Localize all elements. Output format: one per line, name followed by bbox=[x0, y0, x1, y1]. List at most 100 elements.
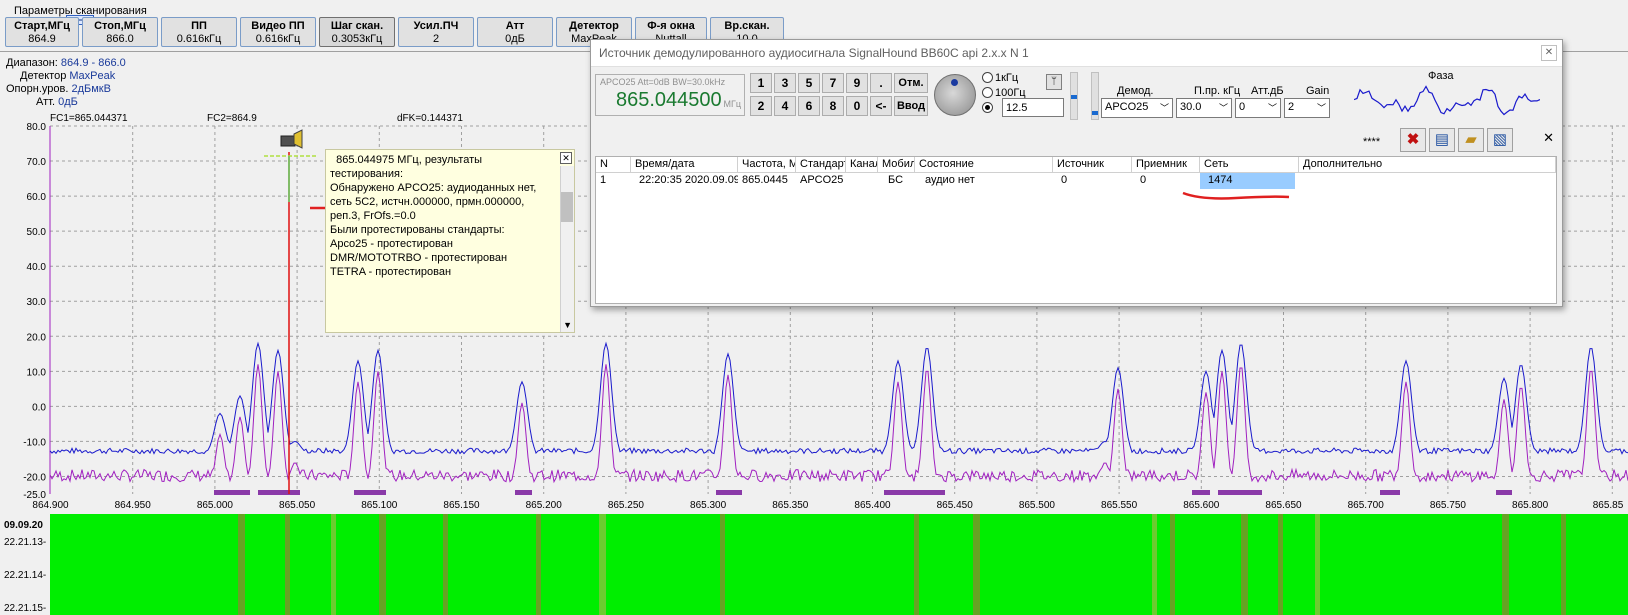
key-0-button[interactable]: 0 bbox=[846, 96, 868, 116]
y-tick-label: 10.0 bbox=[27, 367, 47, 378]
ifbw-select[interactable]: 30.0 ﹀ bbox=[1176, 98, 1232, 118]
table-cell[interactable]: 1 bbox=[596, 173, 631, 189]
step-1khz-radio[interactable]: 1кГц bbox=[982, 72, 1018, 84]
waterfall-stripe bbox=[238, 514, 245, 615]
channel-bar bbox=[1496, 490, 1512, 495]
ref-level-info: Опорн.уров. 2дБмкВ bbox=[6, 83, 111, 95]
tooltip-line: сеть 5C2, истчн.000000, прмн.000000, bbox=[330, 196, 525, 208]
x-tick-label: 865.650 bbox=[1265, 500, 1302, 511]
phase-plot bbox=[1354, 85, 1540, 116]
y-tick-label: -20.0 bbox=[23, 472, 46, 483]
col-datetime-header[interactable]: Время/дата bbox=[631, 157, 738, 173]
start-freq-button[interactable]: Старт,МГц 864.9 bbox=[5, 17, 79, 47]
tuning-knob[interactable] bbox=[934, 74, 976, 116]
key-7-button[interactable]: 7 bbox=[822, 73, 844, 93]
y-tick-label: 70.0 bbox=[27, 157, 47, 168]
table-cell[interactable]: 22:20:35 2020.09.09 bbox=[631, 173, 738, 189]
if-gain-button[interactable]: Усил.ПЧ 2 bbox=[398, 17, 474, 47]
key-3-button[interactable]: 3 bbox=[774, 73, 796, 93]
att-select[interactable]: 0 ﹀ bbox=[1235, 98, 1281, 118]
scan-time-label: Вр.скан. bbox=[724, 20, 770, 32]
key-6-button[interactable]: 6 bbox=[798, 96, 820, 116]
window-func-label: Ф-я окна bbox=[647, 20, 695, 32]
channel-bar bbox=[1218, 490, 1262, 495]
radio-circle bbox=[982, 87, 993, 98]
bandwidth-button[interactable]: ПП 0.616кГц bbox=[161, 17, 237, 47]
col-network-header[interactable]: Сеть bbox=[1200, 157, 1299, 173]
video-bw-label: Видео ПП bbox=[251, 20, 305, 32]
att-select-value: 0 bbox=[1239, 101, 1246, 113]
scroll-down-icon[interactable]: ▼ bbox=[563, 320, 572, 330]
x-tick-label: 865.100 bbox=[361, 500, 398, 511]
chevron-down-icon: ﹀ bbox=[1218, 103, 1228, 113]
step-custom-radio[interactable] bbox=[982, 102, 995, 114]
radio-circle bbox=[982, 72, 993, 83]
demod-label: Демод. bbox=[1117, 85, 1154, 97]
table-cell-selected[interactable]: 1474 bbox=[1200, 173, 1295, 189]
volume-slider[interactable] bbox=[1070, 72, 1078, 120]
key-9-button[interactable]: 9 bbox=[846, 73, 868, 93]
col-freq-header[interactable]: Частота, М bbox=[738, 157, 796, 173]
stop-freq-button[interactable]: Стоп,МГц 866.0 bbox=[82, 17, 158, 47]
open-folder-icon[interactable]: ▰ bbox=[1458, 128, 1484, 152]
backspace-button[interactable]: <- bbox=[870, 96, 892, 116]
tooltip-line: Обнаружено APCO25: аудиоданных нет, bbox=[330, 182, 537, 194]
start-freq-label: Старт,МГц bbox=[14, 20, 70, 32]
att-info: Атт. 0дБ bbox=[36, 96, 78, 108]
table-cell[interactable]: 0 bbox=[1132, 173, 1200, 189]
col-state-header[interactable]: Состояние bbox=[915, 157, 1053, 173]
table-cell[interactable]: 0 bbox=[1053, 173, 1132, 189]
key-1-button[interactable]: 1 bbox=[750, 73, 772, 93]
detections-table[interactable]: N Время/дата Частота, М Стандарт Канал М… bbox=[595, 156, 1557, 304]
key-8-button[interactable]: 8 bbox=[822, 96, 844, 116]
table-cell[interactable] bbox=[846, 173, 878, 189]
col-n-header[interactable]: N bbox=[596, 157, 631, 173]
delete-icon[interactable]: ✖ bbox=[1400, 128, 1426, 152]
col-standard-header[interactable]: Стандарт bbox=[796, 157, 846, 173]
y-tick-label: 20.0 bbox=[27, 332, 47, 343]
step-1khz-label: 1кГц bbox=[995, 72, 1019, 84]
step-input[interactable] bbox=[1002, 98, 1064, 117]
slider-thumb[interactable] bbox=[1092, 111, 1098, 115]
ref-level-label: Опорн.уров. bbox=[6, 83, 69, 95]
tooltip-scroll-thumb[interactable] bbox=[561, 192, 573, 222]
slider-thumb[interactable] bbox=[1071, 95, 1077, 99]
close-panel-icon[interactable]: ✕ bbox=[1543, 130, 1554, 146]
save-list-icon[interactable]: ▤ bbox=[1429, 128, 1455, 152]
table-cell[interactable]: БС bbox=[878, 173, 915, 189]
tooltip-close-icon[interactable]: ✕ bbox=[560, 152, 572, 164]
gain-select[interactable]: 2 ﹀ bbox=[1284, 98, 1330, 118]
enter-button[interactable]: Ввод bbox=[894, 96, 928, 116]
chevron-down-icon: ﹀ bbox=[1316, 103, 1326, 113]
col-extra-header[interactable]: Дополнительно bbox=[1299, 157, 1556, 173]
level-slider[interactable] bbox=[1091, 72, 1099, 120]
x-tick-label: 865.700 bbox=[1348, 500, 1385, 511]
col-receiver-header[interactable]: Приемник bbox=[1132, 157, 1200, 173]
export-icon[interactable]: ▧ bbox=[1487, 128, 1513, 152]
col-mobile-header[interactable]: Мобил bbox=[878, 157, 915, 173]
col-channel-header[interactable]: Канал bbox=[846, 157, 878, 173]
cancel-button[interactable]: Отм. bbox=[894, 73, 928, 93]
att-button[interactable]: Атт 0дБ bbox=[477, 17, 553, 47]
key-4-button[interactable]: 4 bbox=[774, 96, 796, 116]
key-dot-button[interactable]: . bbox=[870, 73, 892, 93]
waterfall-panel[interactable]: 09.09.20 22.21.13- 22.21.14- 22.21.15- bbox=[0, 514, 1628, 615]
antenna-icon[interactable]: ᛘ bbox=[1046, 74, 1062, 90]
scan-step-button[interactable]: Шаг скан. 0.3053кГц bbox=[319, 17, 395, 47]
table-cell[interactable]: APCO25 bbox=[796, 173, 846, 189]
demod-close-icon[interactable]: ✕ bbox=[1541, 45, 1557, 61]
key-5-button[interactable]: 5 bbox=[798, 73, 820, 93]
table-cell[interactable] bbox=[1299, 173, 1556, 189]
key-2-button[interactable]: 2 bbox=[750, 96, 772, 116]
tooltip-line: TETRA - протестирован bbox=[330, 266, 452, 278]
table-cell[interactable]: 865.0445 bbox=[738, 173, 796, 189]
video-bw-button[interactable]: Видео ПП 0.616кГц bbox=[240, 17, 316, 47]
col-source-header[interactable]: Источник bbox=[1053, 157, 1132, 173]
tooltip-line: Были протестированы стандарты: bbox=[330, 224, 505, 236]
range-label: Диапазон: bbox=[6, 57, 58, 69]
ref-level-value: 2дБмкВ bbox=[71, 83, 111, 95]
table-cell[interactable]: аудио нет bbox=[915, 173, 1053, 189]
x-tick-label: 865.550 bbox=[1101, 500, 1138, 511]
demod-select[interactable]: APCO25 ﹀ bbox=[1101, 98, 1173, 118]
tooltip-scrollbar[interactable] bbox=[560, 166, 574, 332]
